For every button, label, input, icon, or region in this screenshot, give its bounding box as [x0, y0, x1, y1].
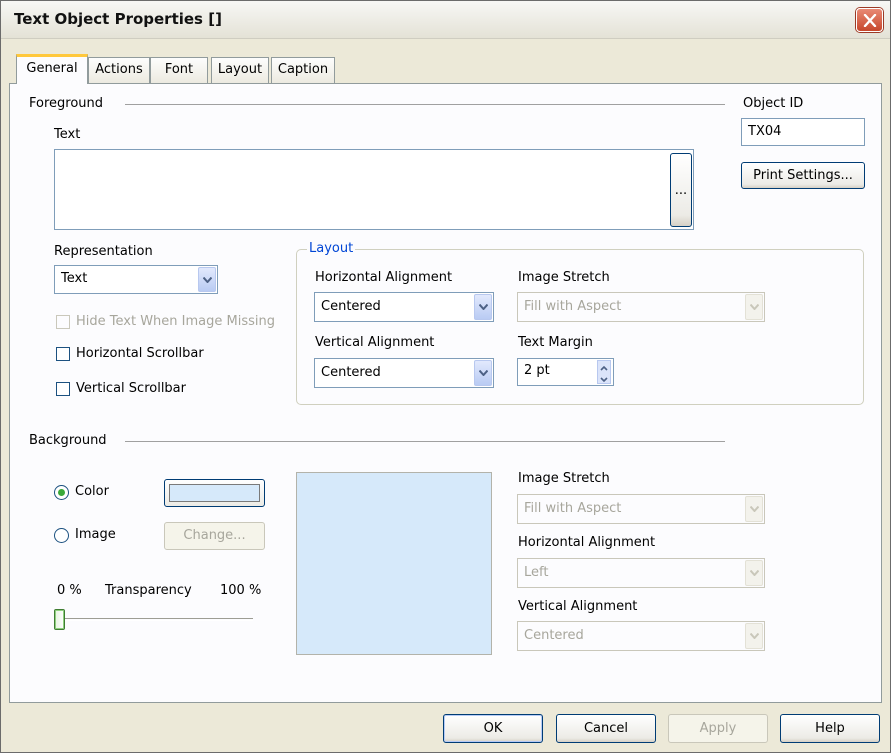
chevron-down-icon[interactable] [745, 294, 763, 320]
chevron-down-icon[interactable] [745, 560, 763, 586]
ellipsis-label: ... [674, 183, 688, 198]
tab-font[interactable]: Font [150, 57, 208, 83]
bg-v-align-label: Vertical Alignment [518, 599, 638, 614]
tab-general[interactable]: General [16, 54, 88, 84]
text-label: Text [54, 127, 81, 142]
representation-label: Representation [54, 244, 153, 259]
text-margin-spinner[interactable] [597, 360, 611, 384]
print-settings-label: Print Settings... [753, 168, 853, 183]
layout-group-title: Layout [307, 241, 356, 256]
bg-v-align-value: Centered [524, 628, 584, 643]
bg-image-stretch-label: Image Stretch [518, 471, 610, 486]
apply-button[interactable]: Apply [668, 714, 768, 743]
vertical-scrollbar-checkbox[interactable] [56, 382, 70, 396]
background-color-button[interactable] [164, 479, 265, 507]
spin-up-icon[interactable] [598, 362, 610, 371]
background-section-label: Background [29, 433, 107, 448]
layout-h-align-value: Centered [321, 299, 381, 314]
color-preview-swatch [169, 484, 260, 502]
layout-image-stretch-select[interactable]: Fill with Aspect [517, 292, 765, 322]
ok-label: OK [483, 721, 503, 736]
hide-text-checkbox[interactable] [56, 315, 70, 329]
print-settings-button[interactable]: Print Settings... [741, 162, 865, 189]
chevron-down-icon[interactable] [474, 294, 492, 320]
image-radio-label: Image [75, 527, 116, 542]
layout-image-stretch-value: Fill with Aspect [524, 299, 622, 314]
help-label: Help [815, 721, 845, 736]
cancel-button[interactable]: Cancel [556, 714, 656, 743]
color-radio-label: Color [75, 484, 109, 499]
title-bar[interactable]: Text Object Properties [] [1, 1, 890, 39]
tab-actions[interactable]: Actions [88, 57, 150, 83]
tab-caption[interactable]: Caption [271, 57, 335, 83]
window-title: Text Object Properties [] [14, 10, 222, 28]
close-button[interactable] [856, 8, 883, 32]
bg-image-stretch-value: Fill with Aspect [524, 501, 622, 516]
tab-label: General [26, 61, 78, 76]
properties-dialog: Text Object Properties [] General Action… [0, 0, 891, 753]
background-divider [125, 441, 725, 442]
tab-label: Font [164, 62, 194, 77]
ok-button[interactable]: OK [443, 714, 543, 743]
bg-h-align-select[interactable]: Left [517, 558, 765, 588]
transparency-min-label: 0 % [57, 583, 82, 598]
radio-selected-dot [58, 489, 65, 496]
transparency-slider-track[interactable] [57, 618, 253, 621]
background-preview [296, 472, 492, 655]
change-image-label: Change... [183, 528, 246, 543]
apply-label: Apply [699, 721, 737, 736]
bg-v-align-select[interactable]: Centered [517, 621, 765, 651]
spin-down-icon[interactable] [598, 373, 610, 383]
tab-label: Actions [95, 62, 143, 77]
horizontal-scrollbar-checkbox[interactable] [56, 347, 70, 361]
representation-value: Text [61, 271, 88, 286]
chevron-down-icon[interactable] [198, 267, 216, 292]
chevron-down-icon[interactable] [745, 623, 763, 649]
change-image-button[interactable]: Change... [164, 522, 265, 550]
transparency-label: Transparency [105, 583, 192, 598]
foreground-section-label: Foreground [29, 96, 104, 111]
transparency-max-label: 100 % [220, 583, 262, 598]
layout-image-stretch-label: Image Stretch [518, 270, 610, 285]
foreground-divider [125, 104, 725, 105]
hide-text-label: Hide Text When Image Missing [76, 314, 275, 329]
object-id-label: Object ID [743, 96, 804, 111]
text-expression-button[interactable]: ... [670, 153, 692, 227]
text-input[interactable] [54, 149, 694, 230]
layout-h-align-label: Horizontal Alignment [315, 270, 453, 285]
bg-image-stretch-select[interactable]: Fill with Aspect [517, 494, 765, 524]
representation-select[interactable]: Text [54, 265, 218, 294]
help-button[interactable]: Help [780, 714, 880, 743]
text-margin-label: Text Margin [518, 335, 593, 350]
tab-label: Layout [217, 62, 263, 77]
layout-h-align-select[interactable]: Centered [314, 292, 494, 322]
bg-h-align-label: Horizontal Alignment [518, 535, 656, 550]
chevron-down-icon[interactable] [745, 496, 763, 522]
object-id-input[interactable]: TX04 [741, 118, 865, 146]
transparency-slider-thumb[interactable] [54, 609, 65, 630]
tab-layout[interactable]: Layout [211, 57, 269, 83]
layout-v-align-value: Centered [321, 365, 381, 380]
color-radio[interactable] [54, 485, 69, 500]
chevron-down-icon[interactable] [474, 360, 492, 386]
tab-label: Caption [277, 62, 329, 77]
vertical-scrollbar-label: Vertical Scrollbar [76, 381, 186, 396]
image-radio[interactable] [54, 528, 69, 543]
cancel-label: Cancel [583, 721, 629, 736]
bg-h-align-value: Left [524, 565, 549, 580]
horizontal-scrollbar-label: Horizontal Scrollbar [76, 346, 204, 361]
layout-v-align-select[interactable]: Centered [314, 358, 494, 388]
layout-v-align-label: Vertical Alignment [315, 335, 435, 350]
